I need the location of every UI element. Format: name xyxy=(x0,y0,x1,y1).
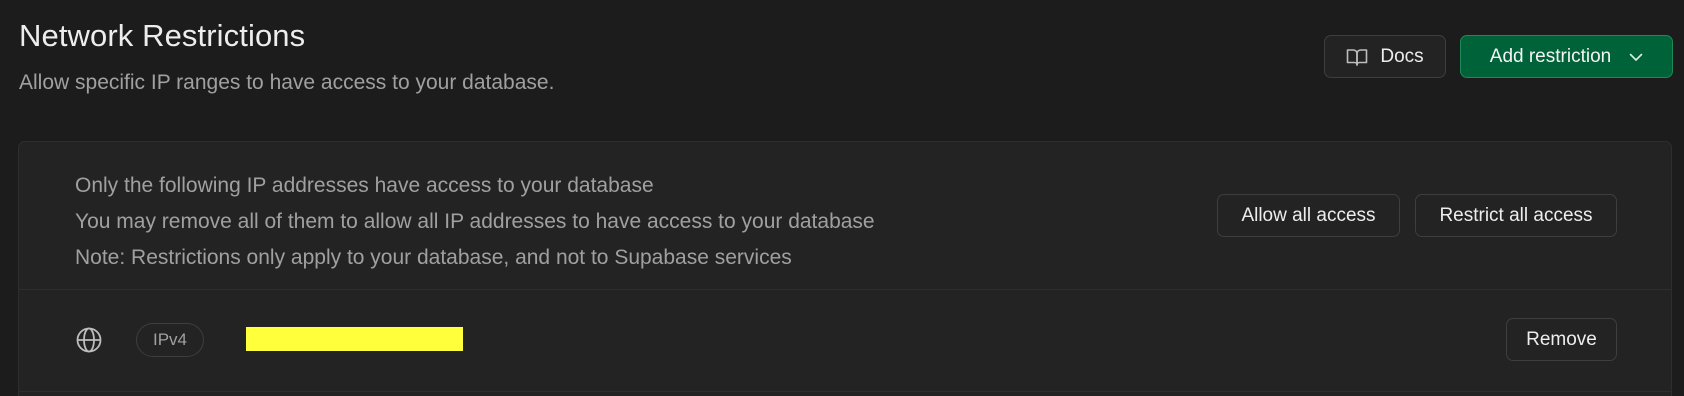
add-restriction-label: Add restriction xyxy=(1489,45,1612,67)
info-line: You may remove all of them to allow all … xyxy=(75,210,875,233)
allow-all-access-button[interactable]: Allow all access xyxy=(1217,194,1400,237)
remove-button[interactable]: Remove xyxy=(1506,318,1617,361)
info-line: Note: Restrictions only apply to your da… xyxy=(75,246,792,269)
restrictions-panel: Only the following IP addresses have acc… xyxy=(18,141,1672,396)
book-open-icon xyxy=(1346,47,1368,67)
docs-button[interactable]: Docs xyxy=(1324,35,1446,78)
page-title: Network Restrictions xyxy=(19,18,306,53)
info-line: Only the following IP addresses have acc… xyxy=(75,174,654,197)
ip-address-redacted xyxy=(246,327,463,351)
globe-icon xyxy=(75,326,103,354)
network-restrictions-page: Network Restrictions Allow specific IP r… xyxy=(0,0,1684,396)
chevron-down-icon xyxy=(1629,52,1643,62)
ip-type-badge: IPv4 xyxy=(136,323,205,357)
restrict-all-access-button[interactable]: Restrict all access xyxy=(1415,194,1617,237)
page-subtitle: Allow specific IP ranges to have access … xyxy=(19,71,555,94)
restrictions-info: Only the following IP addresses have acc… xyxy=(19,142,1671,290)
restriction-row: IPv4 Remove xyxy=(19,290,1671,392)
add-restriction-button[interactable]: Add restriction xyxy=(1460,35,1673,78)
info-text: Only the following IP addresses have acc… xyxy=(75,168,875,276)
docs-button-label: Docs xyxy=(1380,45,1424,67)
